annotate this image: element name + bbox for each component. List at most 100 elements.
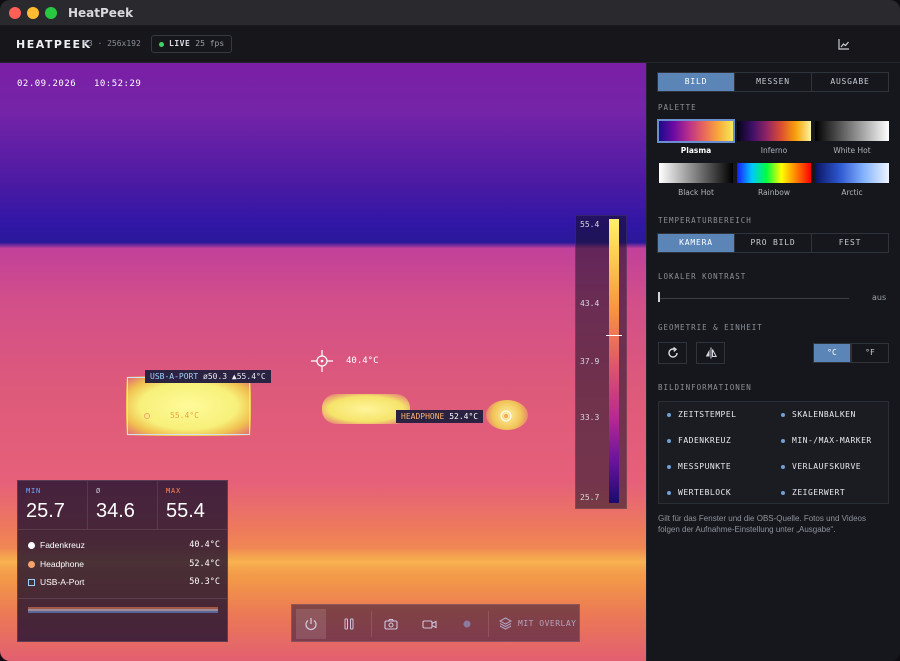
zoom-window-button[interactable] <box>45 7 57 19</box>
power-button[interactable] <box>296 609 326 639</box>
chart-toggle-button[interactable] <box>833 34 855 54</box>
contrast-section-title: LOKALER KONTRAST <box>658 272 747 281</box>
pause-button[interactable] <box>334 609 364 639</box>
timestamp-date: 02.09.2026 <box>17 79 77 89</box>
usb-tag-avg: ø50.3 <box>203 372 228 381</box>
palette-plasma-swatch[interactable] <box>657 119 735 143</box>
crosshair-icon[interactable] <box>311 350 333 372</box>
stat-row-value: 52.4°C <box>189 559 220 569</box>
headphone-tag[interactable]: HEADPHONE 52.4°C <box>396 410 484 423</box>
palette-rainbow-swatch[interactable] <box>737 163 811 183</box>
panel-tabs: BILD MESSEN AUSGABE <box>657 72 889 92</box>
tab-bild[interactable]: BILD <box>658 73 735 91</box>
window-title: HeatPeek <box>68 6 134 20</box>
palette-inferno-swatch[interactable] <box>737 121 811 141</box>
minimize-window-button[interactable] <box>27 7 39 19</box>
flip-button[interactable] <box>696 342 725 364</box>
range-option-pro-bild[interactable]: PRO BILD <box>735 234 812 252</box>
info-toggle-pointervalue[interactable]: ZEIGERWERT <box>781 480 845 506</box>
snapshot-button[interactable] <box>376 609 406 639</box>
stat-row-crosshair: Fadenkreuz 40.4°C <box>26 538 220 554</box>
live-label: LIVE <box>169 39 191 48</box>
rotate-button[interactable] <box>658 342 687 364</box>
app-window: HeatPeek HEATPEEK P3 · 256x192 LIVE 25 f… <box>0 0 900 661</box>
contrast-slider-track[interactable] <box>659 298 849 299</box>
palette-name: Arctic <box>841 188 863 197</box>
tab-messen[interactable]: MESSEN <box>735 73 812 91</box>
usb-tag-max: ▲55.4°C <box>231 372 266 381</box>
scale-tick-label: 33.3 <box>580 413 600 422</box>
bullet-icon <box>667 438 671 443</box>
contrast-slider-thumb[interactable] <box>658 292 660 302</box>
usb-inner-max-label: 55.4°C <box>170 411 199 420</box>
palette-black-hot-swatch[interactable] <box>659 163 733 183</box>
info-toggle-timestamp[interactable]: ZEITSTEMPEL <box>667 402 736 428</box>
stat-max-value: 55.4 <box>166 500 205 522</box>
headphone-dot-icon <box>28 561 35 568</box>
record-indicator[interactable] <box>452 609 482 639</box>
scale-tick-label: 55.4 <box>580 220 600 229</box>
video-record-button[interactable] <box>414 609 444 639</box>
geometry-section-title: GEOMETRIE & EINHEIT <box>658 323 763 332</box>
palette-name: Black Hot <box>678 188 714 197</box>
unit-fahrenheit-button[interactable]: °F <box>851 343 889 363</box>
scale-pointer <box>606 335 622 336</box>
value-block-overlay: MIN 25.7 Ø 34.6 MAX 55.4 Fadenkreuz 40.4… <box>17 480 228 642</box>
stat-row-name: Fadenkreuz <box>40 540 85 550</box>
bullet-icon <box>667 412 671 417</box>
contrast-value: aus <box>872 293 887 302</box>
stat-row-value: 50.3°C <box>189 577 220 587</box>
unit-celsius-button[interactable]: °C <box>813 343 851 363</box>
stat-avg-label: Ø <box>96 487 102 495</box>
camera-icon <box>384 618 398 630</box>
headphone-tag-value: 52.4°C <box>449 412 479 421</box>
scale-tick-label: 43.4 <box>580 299 600 308</box>
info-toggle-crosshair[interactable]: FADENKREUZ <box>667 428 731 454</box>
pause-icon <box>344 618 354 630</box>
trend-curve <box>28 607 218 613</box>
power-icon <box>305 618 317 631</box>
headphone-point-icon[interactable] <box>499 409 513 423</box>
overlay-toggle-label[interactable]: MIT OVERLAY <box>518 619 576 628</box>
divider <box>488 611 489 637</box>
fps-label: 25 fps <box>195 39 225 48</box>
playback-control-bar: MIT OVERLAY <box>291 604 580 642</box>
record-dot-icon <box>463 620 471 628</box>
range-options: KAMERA PRO BILD FEST <box>657 233 889 253</box>
stat-row-name: Headphone <box>40 559 84 569</box>
info-toggle-minmax[interactable]: MIN-/MAX-MARKER <box>781 428 872 454</box>
image-info-grid: ZEITSTEMPEL SKALENBALKEN FADENKREUZ MIN-… <box>658 401 889 504</box>
info-toggle-scalebar[interactable]: SKALENBALKEN <box>781 402 856 428</box>
scale-tick-label: 37.9 <box>580 357 600 366</box>
bullet-icon <box>667 490 671 495</box>
info-toggle-trend[interactable]: VERLAUFSKURVE <box>781 454 861 480</box>
range-option-fest[interactable]: FEST <box>812 234 888 252</box>
usb-measurement-box[interactable] <box>127 377 250 435</box>
device-info: P3 · 256x192 <box>83 39 141 48</box>
bullet-icon <box>781 438 785 443</box>
stat-max-label: MAX <box>166 487 182 495</box>
stat-min-label: MIN <box>26 487 42 495</box>
range-section-title: TEMPERATURBEREICH <box>658 216 752 225</box>
range-option-kamera[interactable]: KAMERA <box>658 234 735 252</box>
brand-logo: HEATPEEK <box>16 38 92 51</box>
close-window-button[interactable] <box>9 7 21 19</box>
palette-name: Inferno <box>760 146 788 155</box>
stat-row-name: USB-A-Port <box>40 577 85 587</box>
app-toolbar: HEATPEEK P3 · 256x192 LIVE 25 fps <box>0 26 900 661</box>
palette-arctic-swatch[interactable] <box>815 163 889 183</box>
temperature-scale-bar <box>609 219 619 503</box>
bullet-icon <box>781 412 785 417</box>
tab-ausgabe[interactable]: AUSGABE <box>812 73 888 91</box>
info-toggle-points[interactable]: MESSPUNKTE <box>667 454 731 480</box>
info-toggle-valueblock[interactable]: WERTEBLOCK <box>667 480 731 506</box>
stat-row-usb: USB-A-Port 50.3°C <box>26 575 220 591</box>
flip-horizontal-icon <box>705 347 717 359</box>
palette-white-hot-swatch[interactable] <box>815 121 889 141</box>
settings-panel: BILD MESSEN AUSGABE PALETTE Plasma Infer… <box>646 63 900 661</box>
timestamp-time: 10:52:29 <box>93 79 142 89</box>
usb-port-tag[interactable]: USB-A-PORT ø50.3 ▲55.4°C <box>145 370 271 383</box>
bullet-icon <box>781 490 785 495</box>
scale-tick-label: 25.7 <box>580 493 600 502</box>
usb-tag-name: USB-A-PORT <box>150 372 199 381</box>
